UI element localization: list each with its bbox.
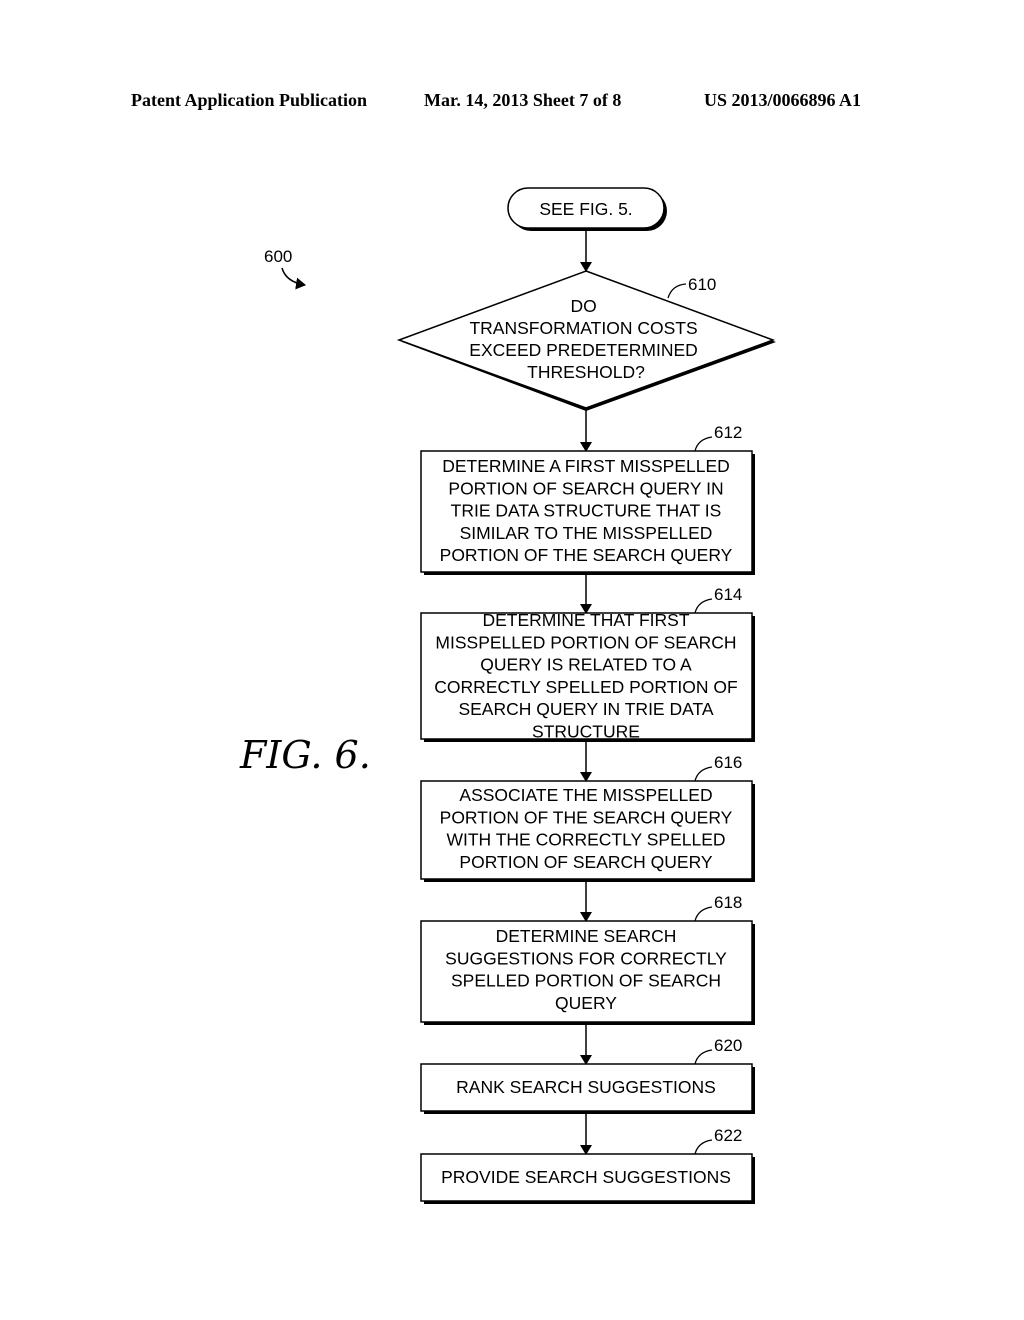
- figure-ref-number: 600: [264, 247, 292, 266]
- process-text: DETERMINE A FIRST MISSPELLED PORTION OF S…: [440, 456, 733, 565]
- decision-diamond: DO TRANSFORMATION COSTS EXCEED PREDETERM…: [396, 270, 776, 411]
- process-step-612: DETERMINE A FIRST MISSPELLED PORTION OF S…: [420, 408, 755, 575]
- process-step-618: DETERMINE SEARCH SUGGESTIONS FOR CORRECTL…: [420, 879, 755, 1025]
- process-text: RANK SEARCH SUGGESTIONS: [456, 1077, 716, 1097]
- step-ref-number: 618: [714, 893, 742, 912]
- flowchart: FIG. 6. 600 SEE FIG. 5. DO TRANSFORMATIO…: [239, 187, 776, 1204]
- step-ref-number: 620: [714, 1036, 742, 1055]
- decision-ref-number: 610: [688, 275, 716, 294]
- step-ref-number: 614: [714, 585, 742, 604]
- ref-leader: [694, 598, 713, 614]
- figure-label: FIG. 6.: [239, 733, 371, 777]
- start-text: SEE FIG. 5.: [539, 199, 632, 219]
- steps-layer: DETERMINE A FIRST MISSPELLED PORTION OF S…: [420, 408, 755, 1204]
- ref-leader: [694, 1049, 713, 1065]
- start-terminal: SEE FIG. 5.: [507, 187, 667, 231]
- process-step-614: DETERMINE THAT FIRST MISSPELLED PORTION O…: [420, 572, 755, 742]
- process-text: PROVIDE SEARCH SUGGESTIONS: [441, 1167, 731, 1187]
- decision-ref-leader: [667, 283, 687, 299]
- step-ref-number: 616: [714, 753, 742, 772]
- ref-leader: [694, 1139, 713, 1155]
- step-ref-number: 612: [714, 423, 742, 442]
- step-ref-number: 622: [714, 1126, 742, 1145]
- ref-leader: [694, 766, 713, 782]
- process-step-616: ASSOCIATE THE MISSPELLED PORTION OF THE S…: [420, 739, 755, 882]
- process-step-620: RANK SEARCH SUGGESTIONS 620: [420, 1022, 755, 1114]
- ref-leader: [694, 436, 713, 452]
- ref-leader: [694, 906, 713, 922]
- figure-ref-arrow-icon: [281, 267, 306, 290]
- process-step-622: PROVIDE SEARCH SUGGESTIONS 622: [420, 1111, 755, 1204]
